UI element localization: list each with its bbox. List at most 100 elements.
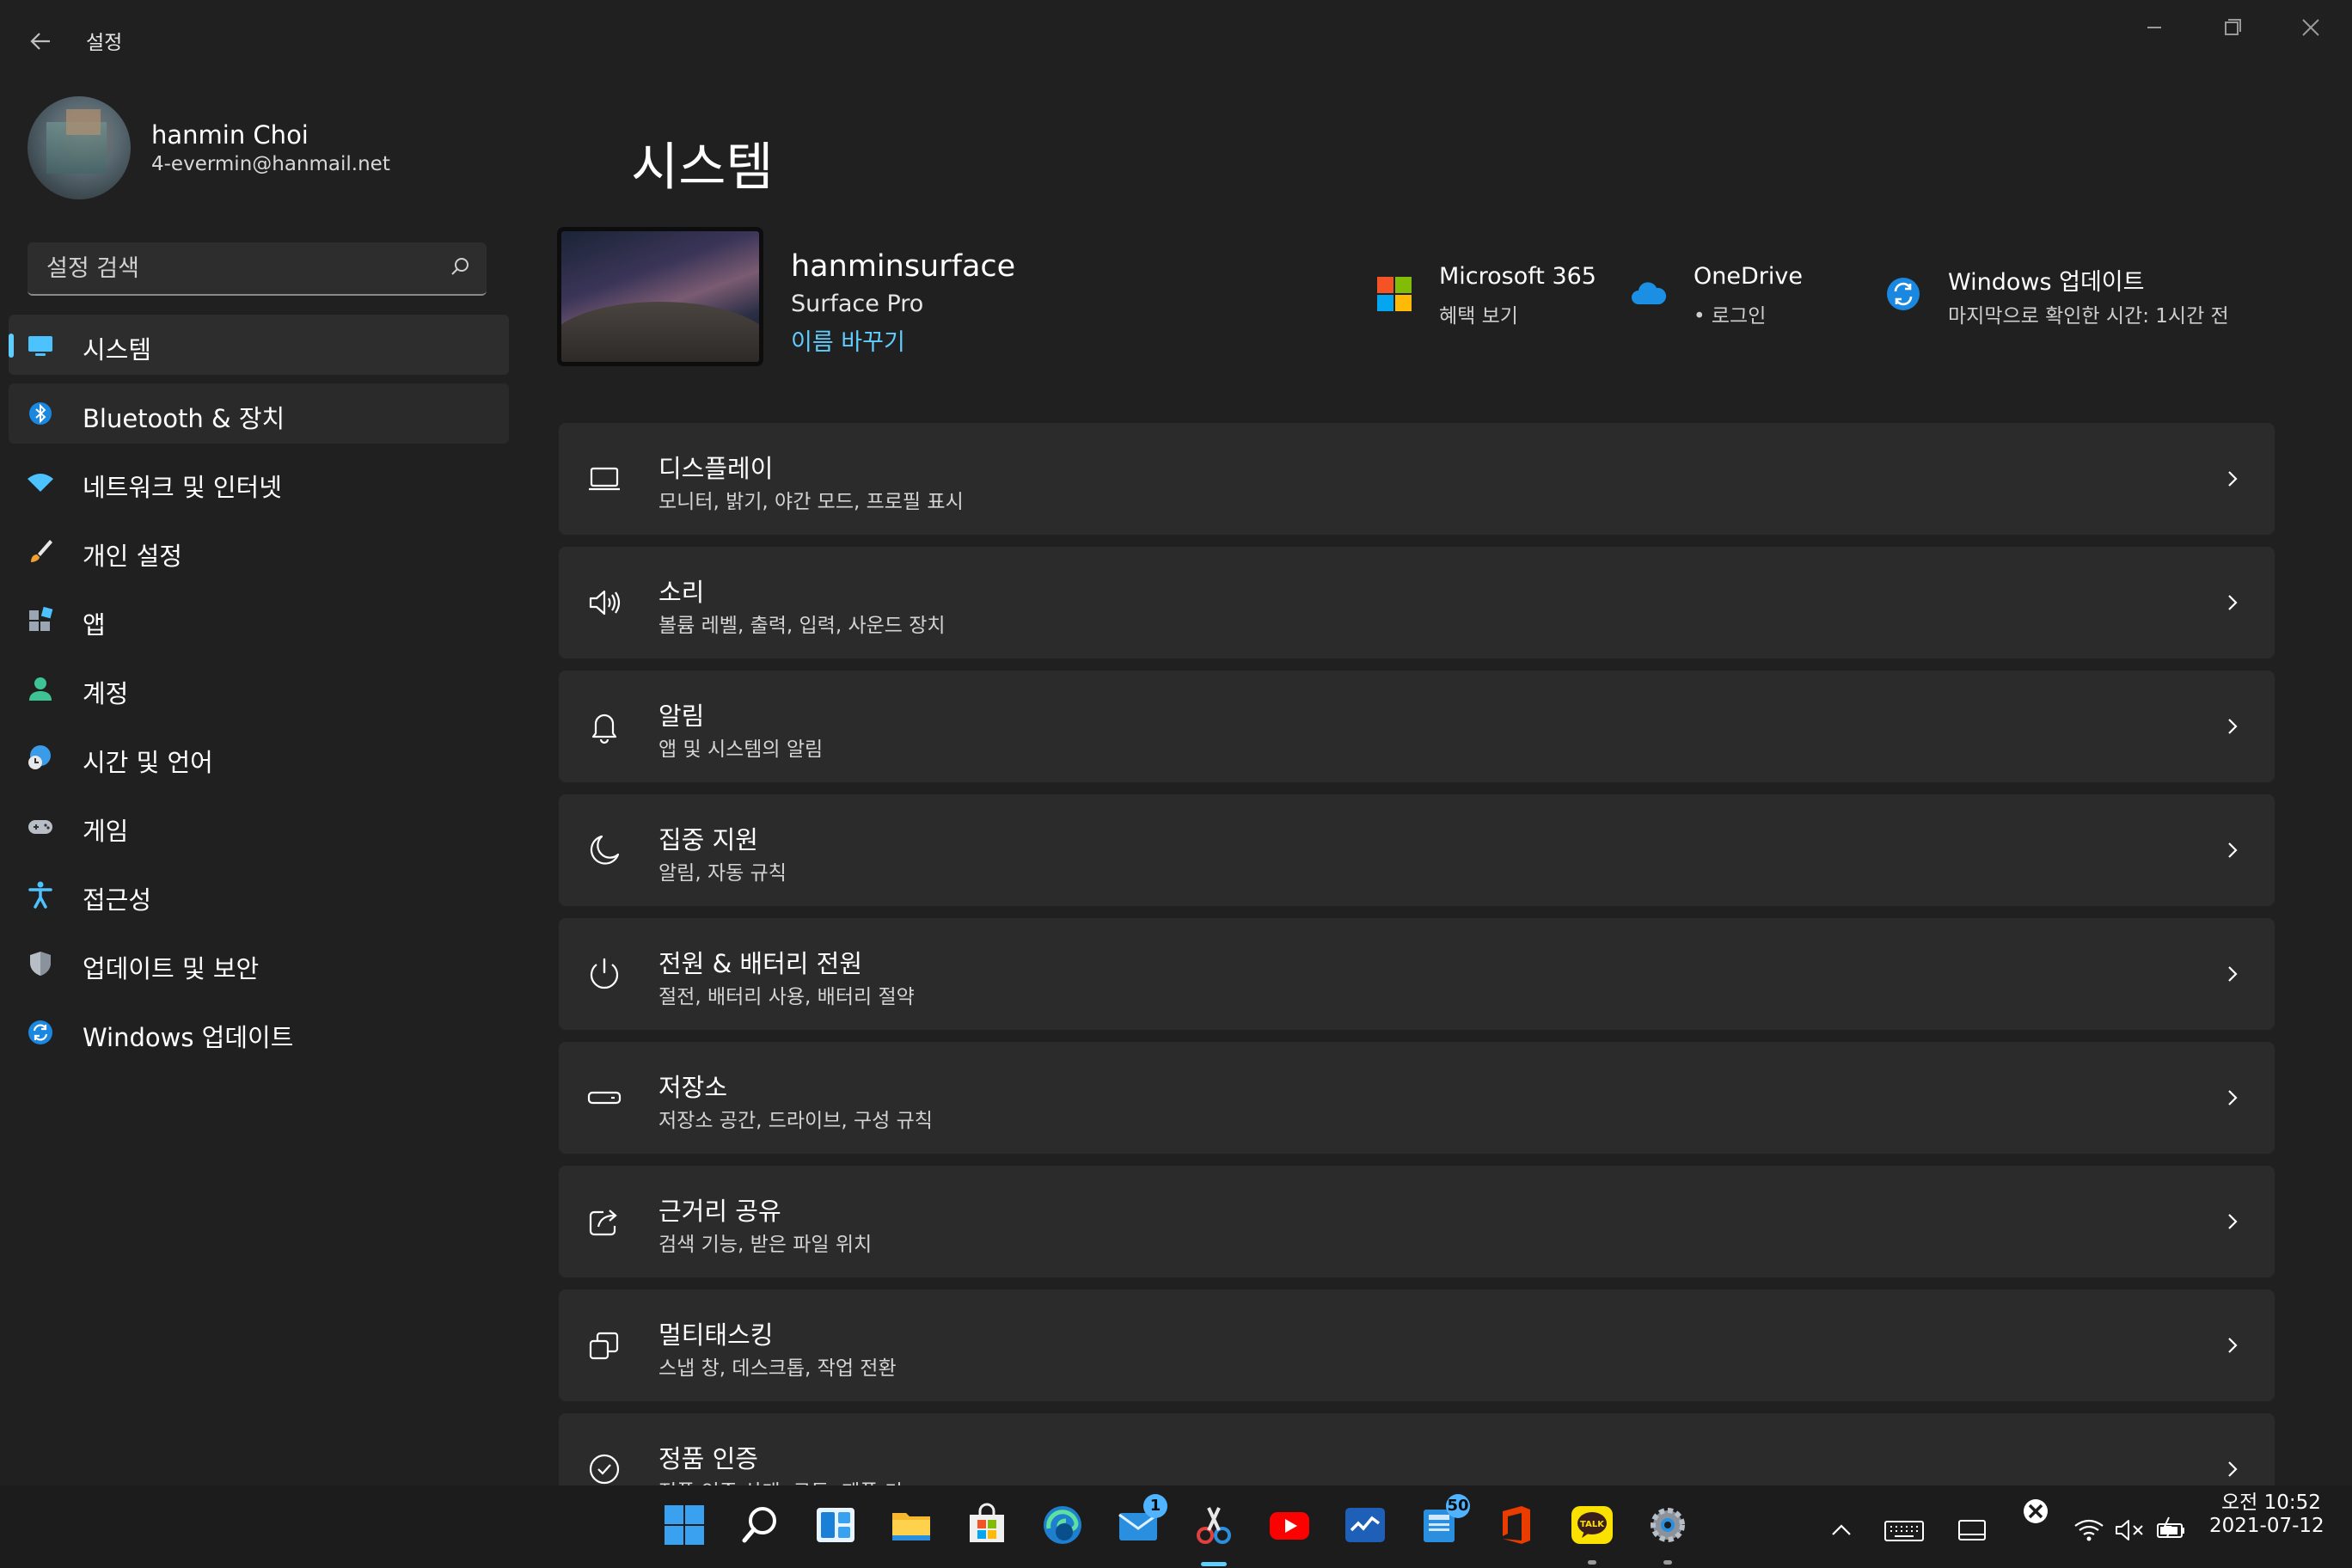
search-icon[interactable] <box>738 1503 782 1547</box>
kakaotalk-label: TALK <box>1580 1520 1605 1529</box>
sidebar-item-apps[interactable]: 앱 <box>9 590 509 650</box>
xbox-icon[interactable] <box>2018 1496 2053 1527</box>
user-email: 4-evermin@hanmail.net <box>151 153 390 175</box>
minimize-icon[interactable] <box>2128 10 2180 45</box>
multitask-icon <box>586 1327 622 1363</box>
file-explorer-icon[interactable] <box>889 1503 934 1547</box>
youtube-icon[interactable] <box>1267 1503 1312 1547</box>
sidebar-item-time-language[interactable]: 시간 및 언어 <box>9 727 509 787</box>
volume-mute-icon[interactable] <box>2113 1515 2147 1546</box>
clock-date[interactable]: 2021-07-12 <box>2209 1515 2324 1537</box>
news-badge: 50 <box>1446 1494 1470 1518</box>
sidebar-item-windows-update[interactable]: Windows 업데이트 <box>9 1002 509 1063</box>
moon-icon <box>586 832 622 868</box>
quick-title: Windows 업데이트 <box>1948 269 2145 296</box>
quick-subtitle: 마지막으로 확인한 시간: 1시간 전 <box>1948 305 2229 328</box>
card-display[interactable]: 디스플레이 모니터, 밝기, 야간 모드, 프로필 표시 <box>559 423 2275 535</box>
office-icon[interactable] <box>1494 1503 1539 1547</box>
snip-tool-icon[interactable] <box>1191 1503 1236 1566</box>
kakaotalk-icon[interactable]: TALK <box>1570 1503 1614 1565</box>
keyboard-icon[interactable] <box>1883 1515 1926 1546</box>
quick-title: Microsoft 365 <box>1439 263 1596 290</box>
clock-time[interactable]: 오전 10:52 <box>2221 1485 2321 1515</box>
card-title: 정품 인증 <box>658 1444 758 1473</box>
card-title: 전원 & 배터리 전원 <box>658 949 863 978</box>
card-title: 알림 <box>658 701 705 731</box>
monitor-icon <box>26 330 55 359</box>
restore-icon[interactable] <box>2206 10 2257 45</box>
globe-clock-icon <box>26 743 55 772</box>
account-icon <box>26 674 55 703</box>
title-bar: 설정 <box>0 0 2352 82</box>
sidebar-item-accounts[interactable]: 계정 <box>9 658 509 719</box>
check-circle-icon <box>586 1451 622 1485</box>
card-title: 디스플레이 <box>658 454 774 483</box>
chevron-right-icon <box>2220 1453 2245 1485</box>
close-icon[interactable] <box>2285 10 2337 45</box>
battery-charging-icon[interactable] <box>2154 1515 2189 1546</box>
running-app-indicator <box>1588 1560 1596 1565</box>
display-icon <box>586 461 622 497</box>
card-subtitle: 검색 기능, 받은 파일 위치 <box>658 1234 873 1256</box>
gamepad-icon <box>26 812 55 841</box>
edge-icon[interactable] <box>1040 1503 1085 1547</box>
sidebar-item-accessibility[interactable]: 접근성 <box>9 865 509 925</box>
quick-title: OneDrive <box>1694 263 1803 290</box>
accessibility-icon <box>26 880 55 910</box>
bluetooth-icon <box>26 399 55 428</box>
speaker-icon <box>586 585 622 621</box>
user-name: hanmin Choi <box>151 120 309 150</box>
sidebar-item-label: Windows 업데이트 <box>83 1023 294 1052</box>
news-icon[interactable]: 50 <box>1418 1494 1470 1547</box>
card-multitasking[interactable]: 멀티태스킹 스냅 창, 데스크톱, 작업 전환 <box>559 1289 2275 1401</box>
search-box[interactable] <box>28 242 487 296</box>
tablet-icon[interactable] <box>1955 1515 1989 1546</box>
chevron-right-icon <box>2220 1081 2245 1114</box>
chevron-right-icon <box>2220 834 2245 867</box>
sidebar-item-label: 시스템 <box>83 335 152 364</box>
card-activation[interactable]: 정품 인증 정품 인증 상태, 구독, 제품 키 <box>559 1413 2275 1485</box>
whiteboard-icon[interactable] <box>1343 1503 1387 1547</box>
wifi-icon[interactable] <box>2072 1515 2106 1546</box>
sidebar-item-bluetooth[interactable]: Bluetooth & 장치 <box>9 383 509 444</box>
start-windows-icon[interactable] <box>662 1503 707 1547</box>
store-icon[interactable] <box>965 1503 1009 1547</box>
sidebar-item-label: 접근성 <box>83 885 152 915</box>
chevron-up-icon[interactable] <box>1824 1515 1859 1546</box>
bell-icon <box>586 708 622 744</box>
device-name: hanminsurface <box>791 249 1016 284</box>
sidebar-item-personalization[interactable]: 개인 설정 <box>9 521 509 581</box>
mail-icon[interactable]: 1 <box>1116 1494 1167 1547</box>
sidebar-item-label: 게임 <box>83 817 129 846</box>
widgets-icon[interactable] <box>813 1503 858 1547</box>
back-arrow-icon[interactable] <box>24 24 58 58</box>
avatar[interactable] <box>28 96 131 199</box>
card-notifications[interactable]: 알림 앱 및 시스템의 알림 <box>559 671 2275 782</box>
card-nearby-sharing[interactable]: 근거리 공유 검색 기능, 받은 파일 위치 <box>559 1166 2275 1277</box>
card-subtitle: 스냅 창, 데스크톱, 작업 전환 <box>658 1357 897 1380</box>
card-focus-assist[interactable]: 집중 지원 알림, 자동 규칙 <box>559 794 2275 906</box>
card-subtitle: 앱 및 시스템의 알림 <box>658 738 824 761</box>
card-storage[interactable]: 저장소 저장소 공간, 드라이브, 구성 규칙 <box>559 1042 2275 1154</box>
sidebar-item-network[interactable]: 네트워크 및 인터넷 <box>9 452 509 512</box>
sidebar-item-update-security[interactable]: 업데이트 및 보안 <box>9 934 509 994</box>
sidebar-item-label: Bluetooth & 장치 <box>83 404 285 433</box>
sidebar-item-label: 네트워크 및 인터넷 <box>83 473 282 502</box>
card-title: 저장소 <box>658 1073 728 1102</box>
card-power-battery[interactable]: 전원 & 배터리 전원 절전, 배터리 사용, 배터리 절약 <box>559 918 2275 1030</box>
card-sound[interactable]: 소리 볼륨 레벨, 출력, 입력, 사운드 장치 <box>559 547 2275 658</box>
card-subtitle: 알림, 자동 규칙 <box>658 862 787 885</box>
card-title: 근거리 공유 <box>658 1197 781 1226</box>
sidebar-item-label: 계정 <box>83 679 129 708</box>
sidebar-item-system[interactable]: 시스템 <box>9 315 509 375</box>
onedrive-cloud-icon <box>1630 275 1668 313</box>
power-icon <box>586 956 622 992</box>
sidebar-item-gaming[interactable]: 게임 <box>9 796 509 856</box>
settings-gear-icon[interactable] <box>1645 1503 1690 1565</box>
windows-update-icon <box>1884 275 1922 313</box>
chevron-right-icon <box>2220 958 2245 990</box>
wifi-icon <box>26 468 55 497</box>
search-icon[interactable] <box>447 254 473 280</box>
search-input[interactable] <box>45 242 444 294</box>
rename-device-link[interactable]: 이름 바꾸기 <box>791 323 905 357</box>
